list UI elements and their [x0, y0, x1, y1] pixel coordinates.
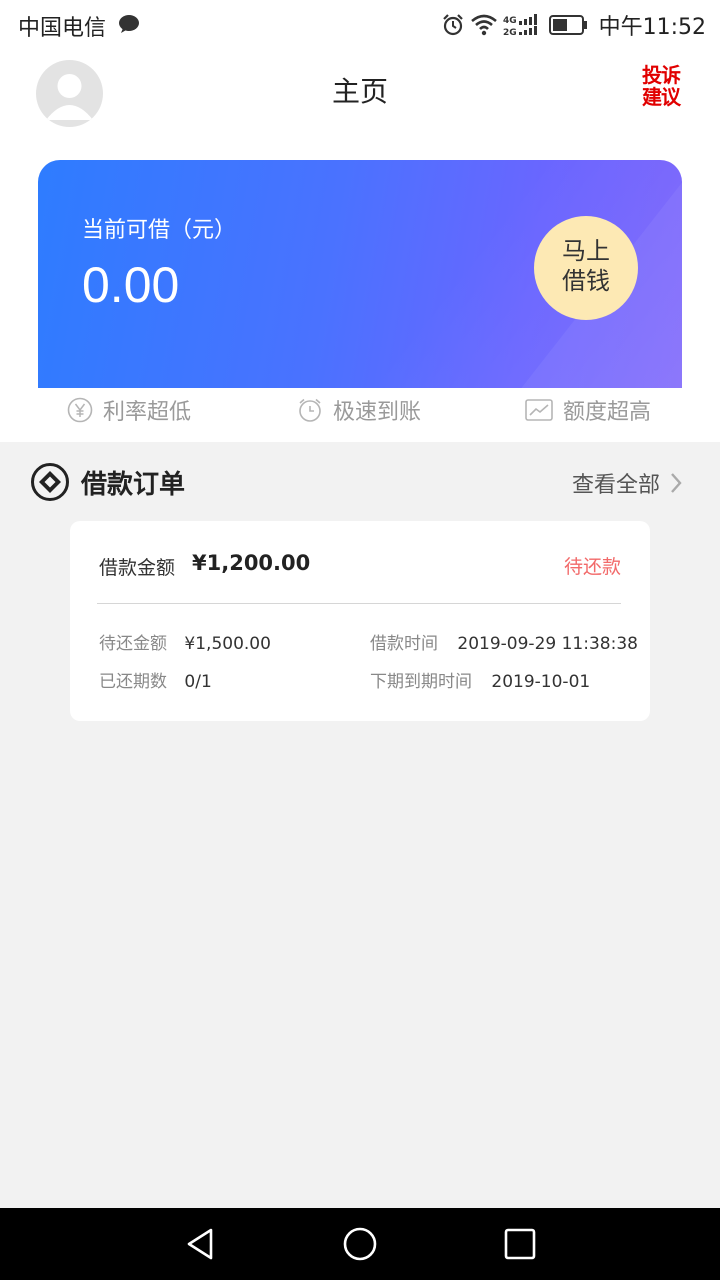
chevron-right-icon [671, 473, 682, 493]
page-title: 主页 [331, 75, 388, 108]
complaint-label-line2: 建议 [642, 85, 681, 109]
wifi-icon [470, 14, 497, 36]
loan-time-label: 借款时间 [370, 634, 438, 654]
home-circle-icon[interactable] [340, 1226, 380, 1262]
feature-label: 利率超低 [103, 400, 192, 425]
carrier-name: 中国电信 [18, 16, 107, 41]
feature-highlights: 利率超低 极速到账 额度超高 [0, 390, 720, 430]
complaint-label-line1: 投诉 [642, 63, 681, 87]
yen-circle-icon [67, 397, 93, 423]
order-status-badge: 待还款 [563, 556, 621, 578]
feature-high-limit: 额度超高 [525, 394, 651, 426]
loan-time-row: 借款时间 2019-09-29 11:38:38 [370, 629, 638, 654]
orders-section-title: 借款订单 [81, 470, 186, 500]
available-credit-label: 当前可借（元） [82, 218, 237, 243]
cellular-signal-icon: 4G 2G [503, 14, 537, 37]
message-icon [119, 15, 139, 33]
borrow-now-line2: 借钱 [562, 267, 610, 295]
loan-amount-label: 借款金额 [99, 557, 176, 579]
borrow-now-line1: 马上 [562, 237, 610, 265]
back-triangle-icon[interactable] [181, 1226, 221, 1262]
status-time: 中午11:52 [598, 15, 706, 40]
recent-apps-square-icon[interactable] [500, 1226, 540, 1262]
loan-amount-value: ¥1,200.00 [192, 551, 311, 575]
available-credit-amount: 0.00 [82, 257, 180, 313]
pending-amount-value: ¥1,500.00 [184, 634, 271, 654]
battery-icon [548, 15, 587, 35]
alarm-clock-icon [299, 398, 321, 422]
pending-amount-label: 待还金额 [99, 634, 167, 654]
alarm-icon [442, 14, 463, 36]
next-due-row: 下期到期时间 2019-10-01 [370, 667, 590, 692]
system-navigation-bar [0, 1208, 720, 1280]
order-card[interactable]: 借款金额 ¥1,200.00 待还款 待还金额 ¥1,500.00 借款时间 2… [70, 521, 650, 721]
loan-time-value: 2019-09-29 11:38:38 [457, 634, 638, 654]
complaint-suggestion-button[interactable]: 投诉 建议 [642, 64, 694, 108]
feature-low-rate: 利率超低 [67, 394, 191, 426]
repaid-periods-label: 已还期数 [99, 672, 167, 692]
feature-label: 额度超高 [563, 400, 652, 425]
feature-label: 极速到账 [333, 400, 422, 425]
repaid-periods-value: 0/1 [184, 672, 212, 692]
next-due-label: 下期到期时间 [370, 672, 472, 692]
status-bar: 中国电信 4G 2G 中午11:52 [0, 0, 720, 50]
svg-text:2G: 2G [503, 28, 517, 37]
feature-fast-payout: 极速到账 [297, 394, 421, 426]
view-all-label: 查看全部 [572, 473, 661, 498]
borrow-now-button[interactable]: 马上 借钱 [534, 216, 638, 320]
status-icons: 4G 2G 中午11:52 [435, 8, 706, 42]
view-all-link[interactable]: 查看全部 [572, 467, 682, 499]
next-due-value: 2019-10-01 [491, 672, 591, 692]
trend-chart-icon [525, 399, 553, 421]
repaid-periods-row: 已还期数 0/1 [99, 667, 212, 692]
svg-text:4G: 4G [503, 16, 517, 26]
pending-amount-row: 待还金额 ¥1,500.00 [99, 629, 271, 654]
order-divider [97, 603, 621, 604]
loan-order-icon [31, 463, 69, 501]
balance-card: 当前可借（元） 0.00 马上 借钱 [38, 160, 682, 388]
